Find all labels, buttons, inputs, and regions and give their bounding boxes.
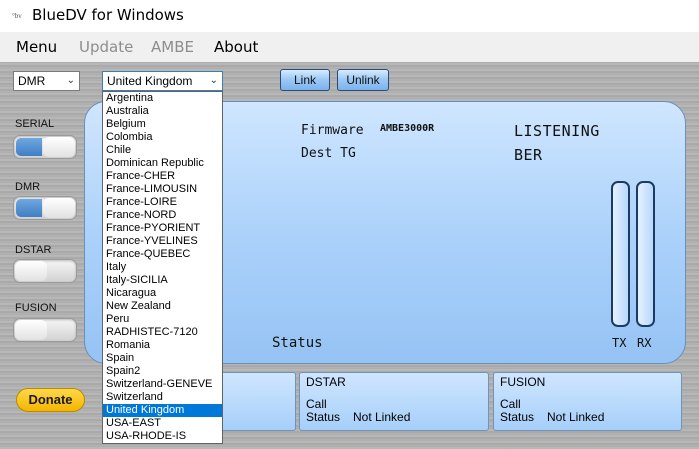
dstar-status-label: Status bbox=[306, 410, 341, 424]
toggle-knob bbox=[15, 261, 47, 281]
toggle-knob bbox=[43, 137, 75, 157]
menu-ambe[interactable]: AMBE bbox=[151, 38, 194, 56]
serial-toggle[interactable] bbox=[13, 135, 77, 159]
dropdown-option[interactable]: New Zealand bbox=[103, 300, 222, 313]
dropdown-option[interactable]: Dominican Republic bbox=[103, 157, 222, 170]
ber-label: BER bbox=[514, 146, 543, 164]
fusion-panel: FUSION Call Status Not Linked bbox=[493, 372, 682, 431]
app-icon: °bv bbox=[12, 12, 22, 20]
dropdown-option[interactable]: United Kingdom bbox=[103, 404, 222, 417]
dropdown-option[interactable]: Chile bbox=[103, 144, 222, 157]
dstar-panel: DSTAR Call Status Not Linked bbox=[299, 372, 489, 431]
window-title: BlueDV for Windows bbox=[32, 6, 184, 24]
mode-select-value: DMR bbox=[18, 74, 46, 88]
dropdown-option[interactable]: Peru bbox=[103, 313, 222, 326]
chevron-down-icon: ⌄ bbox=[209, 75, 218, 86]
toggle-on-fill bbox=[16, 199, 42, 217]
country-select[interactable]: United Kingdom ⌄ bbox=[102, 71, 223, 91]
dropdown-option[interactable]: Switzerland-GENEVE bbox=[103, 378, 222, 391]
dropdown-option[interactable]: France-PYORIENT bbox=[103, 222, 222, 235]
dest-tg-label: Dest TG bbox=[301, 146, 356, 161]
rx-label: RX bbox=[637, 336, 652, 350]
dropdown-option[interactable]: France-LIMOUSIN bbox=[103, 183, 222, 196]
dstar-panel-title: DSTAR bbox=[306, 375, 346, 389]
country-dropdown-list: Argentina Australia Belgium Colombia Chile Do… bbox=[102, 91, 223, 444]
link-state: LISTENING bbox=[514, 122, 600, 140]
dropdown-option[interactable]: Spain2 bbox=[103, 365, 222, 378]
unlink-button[interactable]: Unlink bbox=[337, 69, 389, 91]
fusion-call-label: Call bbox=[500, 397, 521, 411]
donate-button[interactable]: Donate bbox=[16, 388, 85, 412]
dstar-status-value: Not Linked bbox=[353, 410, 411, 424]
dropdown-option[interactable]: Nicaragua bbox=[103, 287, 222, 300]
mode-select[interactable]: DMR ⌄ bbox=[13, 71, 80, 91]
title-bar: °bv BlueDV for Windows bbox=[0, 0, 699, 32]
toggle-on-fill bbox=[16, 138, 42, 156]
firmware-value: AMBE3000R bbox=[380, 123, 435, 134]
dropdown-option[interactable]: Italy bbox=[103, 261, 222, 274]
dropdown-option[interactable]: Switzerland bbox=[103, 391, 222, 404]
fusion-status-label: Status bbox=[500, 410, 535, 424]
fusion-panel-title: FUSION bbox=[500, 375, 546, 389]
fusion-label: FUSION bbox=[15, 302, 57, 314]
tx-meter bbox=[611, 181, 630, 327]
dropdown-option[interactable]: USA-RHODE-IS bbox=[103, 430, 222, 443]
dropdown-option[interactable]: France-QUEBEC bbox=[103, 248, 222, 261]
toggle-knob bbox=[43, 198, 75, 218]
status-label: Status bbox=[272, 335, 323, 351]
dropdown-option[interactable]: France-NORD bbox=[103, 209, 222, 222]
dropdown-option[interactable]: Romania bbox=[103, 339, 222, 352]
dropdown-option[interactable]: France-CHER bbox=[103, 170, 222, 183]
country-select-value: United Kingdom bbox=[107, 74, 193, 88]
dropdown-option[interactable]: USA-EAST bbox=[103, 417, 222, 430]
dropdown-option[interactable]: Australia bbox=[103, 105, 222, 118]
fusion-toggle[interactable] bbox=[13, 318, 77, 342]
link-button[interactable]: Link bbox=[280, 69, 330, 91]
dstar-call-label: Call bbox=[306, 397, 327, 411]
serial-label: SERIAL bbox=[15, 118, 55, 130]
dmr-label: DMR bbox=[15, 181, 41, 193]
dropdown-option[interactable]: RADHISTEC-7120 bbox=[103, 326, 222, 339]
toggle-knob bbox=[15, 320, 47, 340]
dropdown-option[interactable]: Belgium bbox=[103, 118, 222, 131]
dmr-toggle[interactable] bbox=[13, 196, 77, 220]
dropdown-option[interactable]: Argentina bbox=[103, 92, 222, 105]
dropdown-option[interactable]: France-LOIRE bbox=[103, 196, 222, 209]
menu-update[interactable]: Update bbox=[79, 38, 133, 56]
dropdown-option[interactable]: France-YVELINES bbox=[103, 235, 222, 248]
dstar-label: DSTAR bbox=[15, 244, 52, 256]
rx-meter bbox=[636, 181, 655, 327]
dropdown-option[interactable]: Colombia bbox=[103, 131, 222, 144]
menu-menu[interactable]: Menu bbox=[16, 38, 57, 56]
fusion-status-value: Not Linked bbox=[547, 410, 605, 424]
dropdown-option[interactable]: Spain bbox=[103, 352, 222, 365]
menu-bar: Menu Update AMBE About bbox=[0, 32, 699, 62]
firmware-label: Firmware bbox=[301, 123, 364, 138]
dstar-toggle[interactable] bbox=[13, 259, 77, 283]
dropdown-option[interactable]: Italy-SICILIA bbox=[103, 274, 222, 287]
chevron-down-icon: ⌄ bbox=[66, 75, 75, 86]
tx-label: TX bbox=[612, 336, 627, 350]
menu-about[interactable]: About bbox=[214, 38, 258, 56]
